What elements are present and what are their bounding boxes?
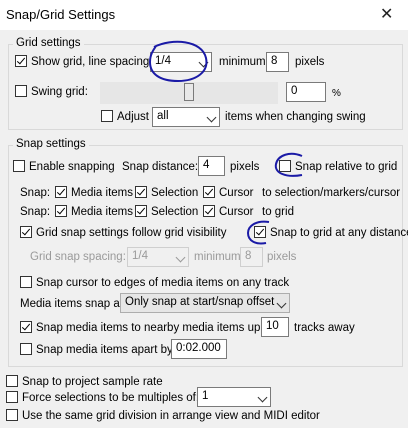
grid-snap-spacing-value: 1/4 xyxy=(132,250,148,262)
chevron-down-icon xyxy=(175,252,186,263)
grid-cursor-label: Cursor xyxy=(219,206,254,218)
minimum-input[interactable]: 8 xyxy=(266,52,289,72)
snap-selection-checkbox[interactable] xyxy=(135,186,147,198)
force-multiples-checkbox[interactable] xyxy=(6,391,18,403)
enable-snapping-checkbox[interactable] xyxy=(13,160,25,172)
adjust-label: Adjust xyxy=(117,111,149,123)
grid-snap-spacing-select[interactable]: 1/4 xyxy=(127,247,189,267)
follow-grid-visibility-checkbox[interactable] xyxy=(20,226,32,238)
snap-apart-label: Snap media items apart by: xyxy=(36,344,176,356)
snap-cursor-edges-label: Snap cursor to edges of media items on a… xyxy=(36,277,290,289)
snap-distance-label: Snap distance: xyxy=(122,161,199,173)
snap-apart-checkbox[interactable] xyxy=(20,343,32,355)
window-title: Snap/Grid Settings xyxy=(6,7,116,22)
media-snap-at-label: Media items snap at: xyxy=(20,298,127,310)
swing-grid-checkbox[interactable] xyxy=(15,85,27,97)
grid-media-items-checkbox[interactable] xyxy=(55,205,67,217)
snap-row2-suffix: to grid xyxy=(262,206,294,218)
snap-cursor-checkbox[interactable] xyxy=(203,186,215,198)
chevron-down-icon xyxy=(276,298,287,309)
swing-grid-label: Swing grid: xyxy=(31,86,88,98)
minimum-label: minimum: xyxy=(219,56,269,68)
snap-cursor-label: Cursor xyxy=(219,187,254,199)
sample-rate-label: Snap to project sample rate xyxy=(22,376,163,388)
snap-nearby-items-unit: tracks away xyxy=(294,322,355,334)
grid-snap-minimum-label: minimum: xyxy=(194,251,244,263)
grid-snap-minimum-input[interactable]: 8 xyxy=(240,247,263,267)
snap-media-items-checkbox[interactable] xyxy=(55,186,67,198)
force-multiples-select[interactable]: 1 xyxy=(197,387,271,407)
grid-settings-label: Grid settings xyxy=(13,37,84,49)
snap-selection-label: Selection xyxy=(151,187,199,199)
follow-grid-visibility-label: Grid snap settings follow grid visibilit… xyxy=(36,227,227,239)
sample-rate-checkbox[interactable] xyxy=(6,375,18,387)
pixels-label: pixels xyxy=(295,56,325,68)
snap-media-items-label: Media items xyxy=(71,187,133,199)
grid-selection-checkbox[interactable] xyxy=(135,205,147,217)
snap-any-distance-checkbox[interactable] xyxy=(254,226,266,238)
grid-selection-label: Selection xyxy=(151,206,199,218)
snap-row1-label: Snap: xyxy=(20,187,51,199)
media-snap-at-value: Only snap at start/snap offset xyxy=(125,296,275,308)
show-grid-checkbox[interactable] xyxy=(15,55,27,67)
force-multiples-value: 1 xyxy=(202,390,209,402)
snap-distance-input[interactable]: 4 xyxy=(198,156,225,176)
snap-nearby-items-checkbox[interactable] xyxy=(20,321,32,333)
adjust-suffix: items when changing swing xyxy=(225,111,366,123)
line-spacing-select[interactable]: 1/4 xyxy=(150,52,212,72)
snap-settings-label: Snap settings xyxy=(13,138,89,150)
line-spacing-value: 1/4 xyxy=(155,55,171,67)
snap-row1-suffix: to selection/markers/cursor xyxy=(262,187,401,199)
adjust-checkbox[interactable] xyxy=(101,110,113,122)
snap-any-distance-label: Snap to grid at any distance xyxy=(270,227,408,239)
chevron-down-icon xyxy=(257,392,268,403)
enable-snapping-label: Enable snapping xyxy=(29,161,115,173)
swing-value-input[interactable]: 0 xyxy=(286,82,326,102)
snap-relative-checkbox[interactable] xyxy=(279,160,291,172)
chevron-down-icon xyxy=(198,57,209,68)
snap-apart-input[interactable]: 0:02.000 xyxy=(171,339,227,359)
close-icon[interactable]: ✕ xyxy=(380,4,393,24)
grid-snap-spacing-label: Grid snap spacing: xyxy=(30,251,126,263)
percent-label: % xyxy=(332,88,341,99)
grid-cursor-checkbox[interactable] xyxy=(203,205,215,217)
adjust-select[interactable]: all xyxy=(152,107,220,127)
adjust-value: all xyxy=(157,110,169,122)
chevron-down-icon xyxy=(206,112,217,123)
snap-row2-label: Snap: xyxy=(20,206,51,218)
snap-nearby-items-input[interactable]: 10 xyxy=(261,317,289,337)
same-grid-label: Use the same grid division in arrange vi… xyxy=(22,410,320,422)
same-grid-checkbox[interactable] xyxy=(6,409,18,421)
snap-relative-label: Snap relative to grid xyxy=(295,161,398,173)
show-grid-label: Show grid, line spacing: xyxy=(31,56,153,68)
grid-media-items-label: Media items xyxy=(71,206,133,218)
force-multiples-label: Force selections to be multiples of: xyxy=(22,392,200,404)
media-snap-at-select[interactable]: Only snap at start/snap offset xyxy=(120,293,290,313)
swing-slider-handle[interactable] xyxy=(184,83,194,101)
grid-snap-minimum-unit: pixels xyxy=(267,251,297,263)
snap-distance-unit: pixels xyxy=(230,161,260,173)
snap-nearby-items-label: Snap media items to nearby media items u… xyxy=(36,322,277,334)
snap-cursor-edges-checkbox[interactable] xyxy=(20,276,32,288)
